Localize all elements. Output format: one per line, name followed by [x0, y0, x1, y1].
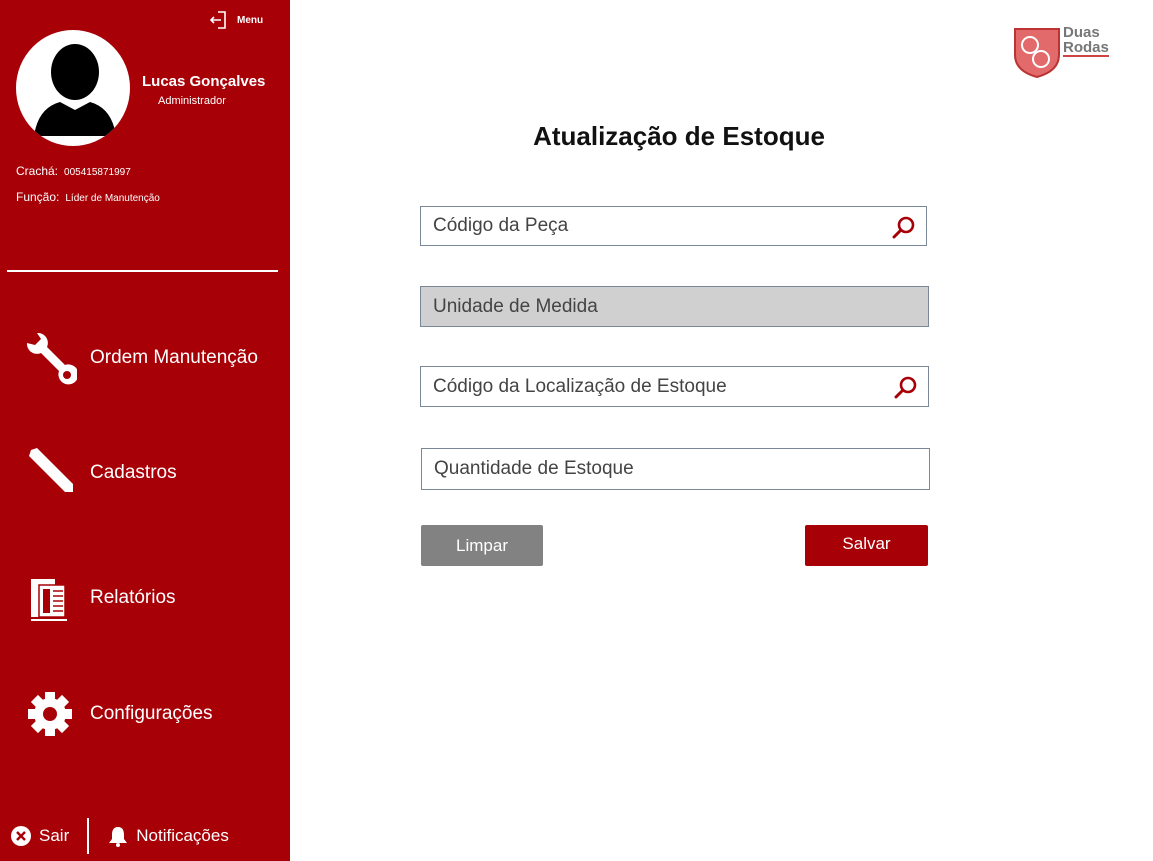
unit-input	[421, 287, 928, 326]
close-circle-icon	[11, 826, 31, 846]
badge-label: Crachá:	[16, 164, 59, 178]
brand-logo: Duas Rodas	[1013, 25, 1109, 79]
brand-line-2: Rodas	[1063, 39, 1109, 57]
collapse-menu-icon	[209, 11, 226, 29]
search-icon[interactable]	[892, 215, 916, 239]
unit-field	[420, 286, 929, 327]
exit-label: Sair	[39, 826, 70, 845]
nav-label-ordem-manutencao: Ordem Manutenção	[90, 347, 258, 368]
location-code-field	[420, 366, 929, 407]
nav-item-ordem-manutencao[interactable]: Ordem Manutenção	[22, 330, 258, 386]
bell-icon	[109, 827, 128, 847]
brand-wordmark: Duas Rodas	[1063, 25, 1109, 57]
save-button[interactable]: Salvar	[805, 525, 928, 566]
search-icon[interactable]	[894, 375, 918, 399]
quantity-field	[421, 448, 930, 490]
menu-toggle[interactable]: Menu	[209, 10, 263, 30]
part-code-input[interactable]	[421, 207, 926, 245]
function-info: Função: Líder de Manutenção	[16, 190, 160, 204]
function-label: Função:	[16, 190, 60, 204]
nav-label-configuracoes: Configurações	[90, 703, 213, 724]
clear-button[interactable]: Limpar	[421, 525, 543, 566]
notifications-button[interactable]: Notificações	[107, 825, 229, 847]
nav-item-relatorios[interactable]: Relatórios	[22, 570, 176, 626]
badge-info: Crachá: 005415871997	[16, 164, 131, 178]
sidebar-divider	[7, 270, 278, 272]
user-silhouette-icon	[34, 44, 116, 136]
pencil-icon	[29, 448, 73, 492]
menu-label: Menu	[237, 14, 264, 26]
page-title: Atualização de Estoque	[533, 121, 825, 151]
brand-line-1: Duas	[1063, 24, 1100, 41]
part-code-field	[420, 206, 927, 246]
user-name: Lucas Gonçalves	[142, 73, 266, 90]
gear-icon	[28, 692, 72, 736]
report-icon	[31, 579, 67, 621]
nav-label-cadastros: Cadastros	[90, 462, 177, 483]
wrench-icon	[26, 332, 77, 385]
sidebar: Menu Lucas Gonçalves Administrador Crach…	[0, 0, 290, 861]
notifications-label: Notificações	[136, 826, 229, 845]
location-code-input[interactable]	[421, 367, 928, 406]
avatar	[16, 30, 130, 146]
duas-rodas-shield-icon	[1014, 28, 1060, 79]
nav-label-relatorios: Relatórios	[90, 587, 176, 608]
footer-divider	[87, 818, 90, 854]
nav-item-cadastros[interactable]: Cadastros	[22, 445, 177, 501]
nav-item-configuracoes[interactable]: Configurações	[22, 686, 213, 742]
sidebar-footer: Sair Notificações	[10, 818, 229, 854]
exit-button[interactable]: Sair	[10, 825, 69, 847]
quantity-input[interactable]	[422, 449, 929, 489]
function-value: Líder de Manutenção	[65, 193, 160, 204]
badge-value: 005415871997	[64, 167, 131, 178]
user-role: Administrador	[158, 95, 226, 107]
